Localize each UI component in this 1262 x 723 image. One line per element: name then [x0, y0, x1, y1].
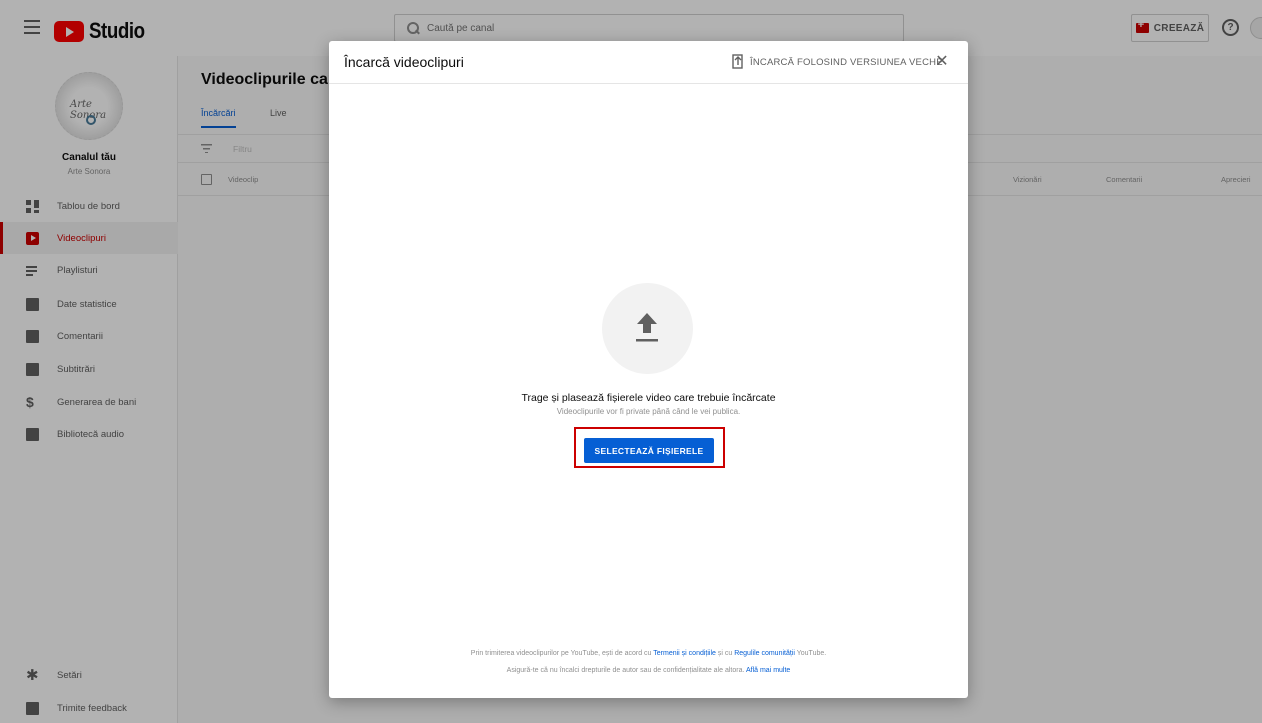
select-files-button[interactable]: SELECTEAZĂ FIȘIERELE	[584, 438, 714, 463]
legacy-upload-icon[interactable]	[732, 54, 744, 70]
dialog-header: Încarcă videoclipuri ÎNCARCĂ FOLOSIND VE…	[329, 41, 968, 84]
terms-link[interactable]: Termenii și condițiile	[653, 650, 716, 657]
drag-drop-text: Trage și plasează fișierele video care t…	[521, 392, 776, 404]
upload-dialog: Încarcă videoclipuri ÎNCARCĂ FOLOSIND VE…	[329, 41, 968, 698]
upload-drop-zone[interactable]	[602, 283, 693, 374]
terms-suffix: YouTube.	[794, 650, 827, 657]
legacy-upload-link[interactable]: ÎNCARCĂ FOLOSIND VERSIUNEA VECHE	[750, 57, 943, 68]
upload-arrow-icon	[636, 313, 658, 342]
terms-mid: și cu	[715, 650, 735, 657]
rights-prefix: Asigură-te că nu încalci drepturile de a…	[506, 667, 746, 674]
community-guidelines-link[interactable]: Regulile comunității	[734, 650, 795, 657]
privacy-note: Videoclipurile vor fi private până când …	[556, 407, 741, 416]
rights-text: Asigură-te că nu încalci drepturile de a…	[329, 667, 968, 674]
terms-prefix: Prin trimiterea videoclipurilor pe YouTu…	[470, 650, 654, 657]
close-icon[interactable]: ✕	[933, 53, 951, 71]
learn-more-link[interactable]: Află mai multe	[746, 667, 790, 674]
terms-text: Prin trimiterea videoclipurilor pe YouTu…	[329, 650, 968, 657]
dialog-title: Încarcă videoclipuri	[344, 54, 464, 70]
